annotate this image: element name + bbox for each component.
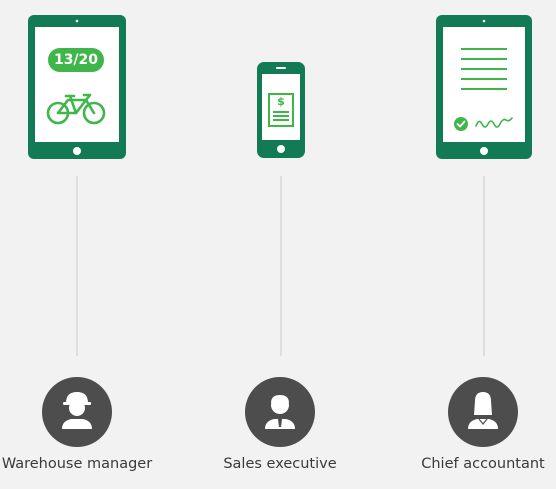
businesswoman-icon [468,392,498,429]
hard-hat-worker-icon [62,392,92,429]
connector-line-sales [280,176,282,356]
stock-count-badge: 13/20 [48,48,104,72]
signed-document-icon [454,48,513,131]
bicycle-icon [46,93,106,125]
businessman-icon [265,395,295,429]
role-label-chief-accountant: Chief accountant [421,456,545,472]
connector-line-warehouse [76,176,78,356]
avatar-sales-executive [245,377,315,447]
role-label-warehouse-manager: Warehouse manager [1,456,153,472]
invoice-dollar-symbol: $ [277,95,285,108]
avatar-warehouse-manager [42,377,112,447]
avatar-chief-accountant [448,377,518,447]
role-label-sales-executive: Sales executive [223,456,337,472]
warehouse-tablet [28,15,126,159]
connector-line-accountant [483,176,485,356]
